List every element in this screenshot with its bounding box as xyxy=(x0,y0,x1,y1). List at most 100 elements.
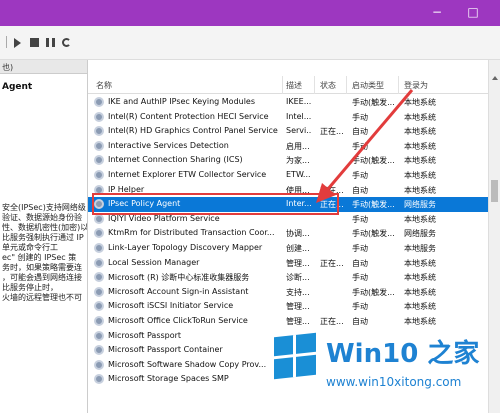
description-line: 安全(IPSec)支持网络级 xyxy=(2,203,86,212)
cell-startup: 手动 xyxy=(352,171,368,180)
highlight-box xyxy=(92,193,339,215)
gear-icon xyxy=(94,257,104,268)
cell-logon: 本地系统 xyxy=(404,317,436,326)
column-header-logon[interactable]: 登录为 xyxy=(404,80,428,91)
table-row[interactable]: Internet Connection Sharing (ICS) 为家... 手动… xyxy=(88,153,488,168)
window-titlebar: − □ xyxy=(0,0,500,26)
table-row[interactable]: Microsoft Account Sign-in Assistant 支持...… xyxy=(88,285,488,300)
cell-desc: 支持... xyxy=(286,287,310,297)
cell-logon: 本地系统 xyxy=(404,302,436,312)
gear-icon xyxy=(94,97,104,107)
watermark: Win10 之家 www.win10xitong.com xyxy=(268,327,500,413)
table-row[interactable]: KtmRm for Distributed Transaction Coor..… xyxy=(88,226,488,241)
table-row[interactable]: Microsoft (R) 诊断中心标准收集器服务 诊断... 手动 本地系统 xyxy=(88,270,488,285)
cell-startup: 手动(触发... xyxy=(352,200,395,210)
cell-startup: 手动 xyxy=(352,302,368,312)
cell-desc: ETW... xyxy=(286,170,311,179)
description-line: 验证、数据源始身份验 xyxy=(2,213,82,222)
table-row[interactable]: Link-Layer Topology Discovery Mapper 创建..… xyxy=(88,241,488,256)
minimize-button[interactable]: − xyxy=(430,5,444,19)
column-divider[interactable] xyxy=(314,76,315,94)
cell-logon: 本地系统 xyxy=(404,112,436,122)
description-line: 比服务强制执行通过 IP xyxy=(2,233,84,242)
maximize-button[interactable]: □ xyxy=(466,5,480,19)
cell-desc: 为家... xyxy=(286,156,310,166)
cell-name: Interactive Services Detection xyxy=(108,140,229,150)
cell-startup: 手动 xyxy=(352,112,368,122)
description-line: 比服务停止时， xyxy=(2,283,58,292)
cell-status: 正在... xyxy=(320,317,344,326)
cell-name: Link-Layer Topology Discovery Mapper xyxy=(108,243,263,252)
watermark-title: Win10 之家 xyxy=(326,339,480,369)
cell-desc: 启用... xyxy=(286,141,310,151)
gear-icon xyxy=(94,213,104,224)
cell-desc: Servi... xyxy=(286,126,312,136)
scroll-thumb[interactable] xyxy=(491,180,498,202)
stop-service-icon[interactable] xyxy=(30,38,39,47)
scroll-up-icon[interactable] xyxy=(492,76,498,80)
cell-logon: 本地系统 xyxy=(404,258,436,268)
column-header-startup[interactable]: 启动类型 xyxy=(352,80,384,91)
table-row[interactable]: IKE and AuthIP IPsec Keying Modules IKEE.… xyxy=(88,95,488,110)
start-service-icon[interactable] xyxy=(14,38,21,48)
cell-name: Intel(R) Content Protection HECI Service xyxy=(108,111,269,121)
column-header-status[interactable]: 状态 xyxy=(320,80,336,91)
cell-startup: 自动 xyxy=(352,127,368,137)
table-row[interactable]: Intel(R) Content Protection HECI Service… xyxy=(88,110,488,125)
cell-name: Microsoft (R) 诊断中心标准收集器服务 xyxy=(108,273,250,283)
cell-logon: 本地系统 xyxy=(404,98,436,107)
table-row[interactable]: Internet Explorer ETW Collector Service E… xyxy=(88,168,488,183)
cell-startup: 手动(触发... xyxy=(352,287,395,297)
restart-service-icon[interactable] xyxy=(62,38,71,47)
gear-icon xyxy=(94,126,104,137)
column-divider[interactable] xyxy=(346,76,347,94)
table-row[interactable]: Microsoft iSCSI Initiator Service 管理... 手动… xyxy=(88,299,488,314)
cell-desc: IKEE... xyxy=(286,97,312,106)
cell-status: 正在... xyxy=(320,127,344,137)
gear-icon xyxy=(94,170,104,180)
gear-icon xyxy=(94,111,104,122)
cell-startup: 手动(触发... xyxy=(352,98,395,107)
cell-startup: 手动 xyxy=(352,141,368,151)
cell-logon: 本地系统 xyxy=(404,185,436,195)
description-line: 性、数据机密性(加密)以 xyxy=(2,223,88,232)
cell-logon: 网络服务 xyxy=(404,229,436,239)
cell-name: IQIYI Video Platform Service xyxy=(108,213,220,223)
toolbar-separator xyxy=(6,36,7,48)
column-header-name[interactable]: 名称 xyxy=(96,80,112,91)
cell-logon: 本地系统 xyxy=(404,156,436,166)
description-line: ，可能会遇到网络连接 xyxy=(2,273,82,282)
column-divider[interactable] xyxy=(282,76,283,94)
pause-service-icon[interactable] xyxy=(46,38,55,47)
description-line: 火墙的远程管理也不可 xyxy=(2,293,82,302)
cell-logon: 网络服务 xyxy=(404,200,436,210)
watermark-url: www.win10xitong.com xyxy=(326,375,462,389)
gear-icon xyxy=(94,155,104,166)
gear-icon xyxy=(94,359,104,370)
cell-startup: 手动(触发... xyxy=(352,229,395,239)
cell-name: Microsoft Office ClickToRun Service xyxy=(108,316,248,325)
list-header: 名称 描述 状态 启动类型 登录为 xyxy=(88,76,488,94)
description-line: 务时，如果策略需要连 xyxy=(2,263,82,272)
cell-name: Microsoft Software Shadow Copy Prov... xyxy=(108,359,267,369)
cell-logon: 本地系统 xyxy=(404,273,436,283)
toolbar xyxy=(0,26,500,60)
cell-startup: 手动 xyxy=(352,273,368,283)
service-description-pane: 也) Agent 安全(IPSec)支持网络级 验证、数据源始身份验 性、数据机… xyxy=(0,60,88,413)
table-row[interactable]: Interactive Services Detection 启用... 手动 本地系… xyxy=(88,139,488,154)
cell-desc: 诊断... xyxy=(286,273,310,283)
gear-icon xyxy=(94,228,104,239)
gear-icon xyxy=(94,301,104,312)
cell-name: Internet Connection Sharing (ICS) xyxy=(108,155,243,165)
column-header-desc[interactable]: 描述 xyxy=(286,80,302,91)
gear-icon xyxy=(94,272,104,283)
service-title: Agent xyxy=(2,82,33,92)
table-row[interactable]: Local Session Manager 管理... 正在... 自动 本地系统 xyxy=(88,256,488,271)
cell-name: IKE and AuthIP IPsec Keying Modules xyxy=(108,97,256,106)
cell-desc: 管理... xyxy=(286,302,310,312)
cell-logon: 本地系统 xyxy=(404,171,436,180)
gear-icon xyxy=(94,140,104,151)
table-row[interactable]: Intel(R) HD Graphics Control Panel Servi… xyxy=(88,124,488,139)
gear-icon xyxy=(94,286,104,297)
column-divider[interactable] xyxy=(398,76,399,94)
